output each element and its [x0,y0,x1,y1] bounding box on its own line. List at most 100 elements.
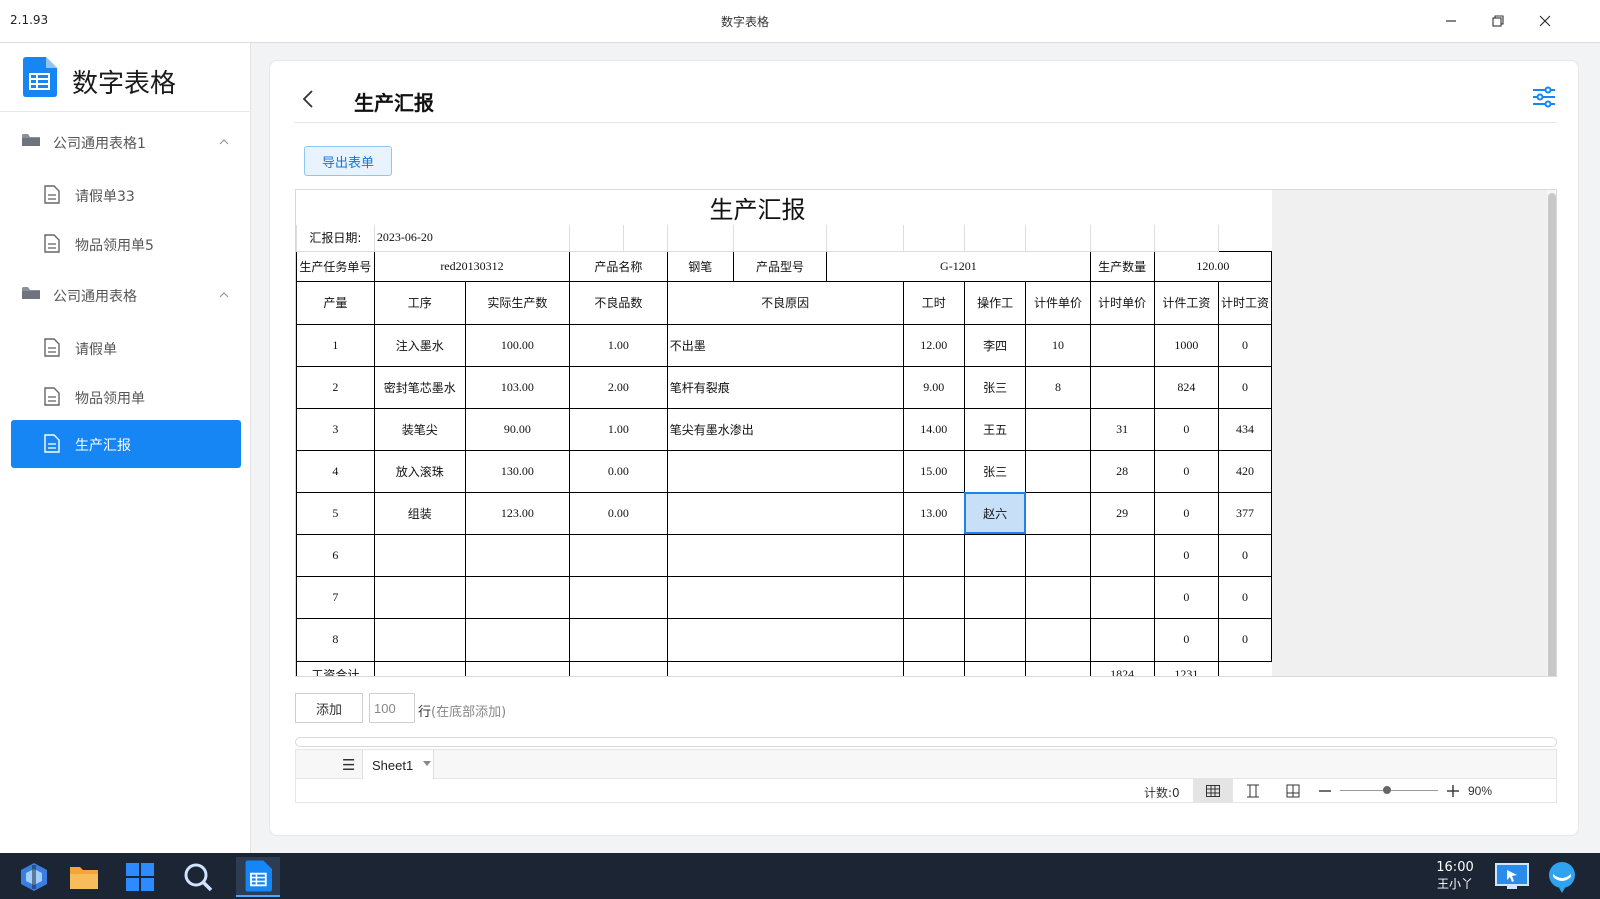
product-name-label[interactable]: 产品名称 [569,250,668,282]
cell-工时[interactable]: 9.00 [902,365,965,409]
cell-计件工资[interactable]: 0 [1153,407,1219,451]
cell[interactable] [373,660,466,676]
page-layout-view-icon[interactable] [1286,784,1300,798]
cell-工序[interactable] [373,617,466,662]
cell-不良原因[interactable]: 不出墨 [666,323,904,367]
model-value[interactable]: G-1201 [826,250,1091,282]
cell-不良原因[interactable]: 笔尖有墨水渗出 [666,407,904,451]
cell-计时单价[interactable] [1089,533,1155,577]
cell-计件工资[interactable]: 0 [1153,617,1219,662]
cell-计时单价[interactable] [1089,365,1155,409]
cell-计时工资[interactable]: 0 [1217,575,1273,619]
cell[interactable] [569,225,624,252]
cell-工时[interactable] [902,575,965,619]
scrollbar-thumb[interactable] [1548,193,1556,676]
cell-不良原因[interactable] [666,449,904,493]
taskbar-start[interactable] [118,857,162,897]
header-cell[interactable]: 计时单价 [1089,280,1155,325]
sidebar-item-leave[interactable]: 请假单 [11,324,241,372]
date-value[interactable]: 2023-06-20 [373,225,571,252]
cell-产量[interactable]: 2 [296,365,375,409]
cell-计时工资[interactable]: 420 [1217,449,1273,493]
cell-工序[interactable]: 放入滚珠 [373,449,466,493]
cell-不良原因[interactable] [666,533,904,577]
export-form-button[interactable]: 导出表单 [304,146,392,176]
back-icon[interactable] [302,89,314,109]
header-cell[interactable]: 计件单价 [1025,280,1091,325]
cell-操作工[interactable] [963,533,1027,577]
cell-计件单价[interactable] [1025,407,1091,451]
cell-实际生产数[interactable]: 103.00 [464,365,571,409]
cell-实际生产数[interactable]: 90.00 [464,407,571,451]
cell-实际生产数[interactable]: 123.00 [464,491,571,535]
normal-view-button[interactable] [1193,779,1233,802]
sheet-list-menu-icon[interactable]: ☰ [342,756,355,774]
cell-不良品数[interactable]: 1.00 [569,323,668,367]
page-break-view-icon[interactable] [1246,784,1260,798]
cell-计时工资[interactable]: 0 [1217,617,1273,662]
cell-产量[interactable]: 6 [296,533,375,577]
cell[interactable] [902,660,965,676]
cell-计时单价[interactable] [1089,617,1155,662]
cell-操作工[interactable]: 赵六 [963,491,1027,535]
sidebar-item-production-report[interactable]: 生产汇报 [11,420,241,468]
cell-操作工[interactable] [963,575,1027,619]
cell-不良原因[interactable]: 笔杆有裂痕 [666,365,904,409]
cell-计件工资[interactable]: 1000 [1153,323,1219,367]
dropdown-arrow-icon[interactable] [423,761,431,766]
taskbar-remote-desktop[interactable] [1490,857,1534,897]
cell[interactable] [1153,225,1219,252]
taskbar-file-manager[interactable] [62,857,106,897]
cell-工时[interactable] [902,533,965,577]
cell-不良品数[interactable]: 0.00 [569,449,668,493]
cell-计件单价[interactable]: 10 [1025,323,1091,367]
cell-操作工[interactable]: 王五 [963,407,1027,451]
cell-实际生产数[interactable] [464,575,571,619]
cell-计时单价[interactable]: 29 [1089,491,1155,535]
cell-计时工资[interactable]: 0 [1217,323,1273,367]
header-cell[interactable]: 不良原因 [666,280,904,325]
header-cell[interactable]: 产量 [296,280,375,325]
vertical-scrollbar[interactable] [1547,190,1556,676]
header-cell[interactable]: 不良品数 [569,280,668,325]
cell-产量[interactable]: 4 [296,449,375,493]
cell[interactable] [1025,660,1091,676]
cell-计件单价[interactable] [1025,449,1091,493]
date-label[interactable]: 汇报日期: [296,225,375,252]
cell-不良原因[interactable] [666,617,904,662]
task-no-value[interactable]: red20130312 [373,250,571,282]
cell-不良原因[interactable] [666,491,904,535]
cell-工时[interactable]: 13.00 [902,491,965,535]
cell-操作工[interactable]: 李四 [963,323,1027,367]
cell-产量[interactable]: 5 [296,491,375,535]
cell-计时工资[interactable]: 0 [1217,365,1273,409]
cell-计件工资[interactable]: 824 [1153,365,1219,409]
cell-计时工资[interactable]: 377 [1217,491,1273,535]
cell-工序[interactable]: 注入墨水 [373,323,466,367]
cell-计件工资[interactable]: 0 [1153,491,1219,535]
cell-工时[interactable]: 12.00 [902,323,965,367]
cell-产量[interactable]: 3 [296,407,375,451]
model-label[interactable]: 产品型号 [732,250,828,282]
cell-实际生产数[interactable] [464,617,571,662]
cell-计件单价[interactable] [1025,617,1091,662]
cell-工序[interactable]: 组装 [373,491,466,535]
sidebar-item-goods[interactable]: 物品领用单 [11,373,241,421]
cell-工时[interactable]: 14.00 [902,407,965,451]
cell-实际生产数[interactable]: 100.00 [464,323,571,367]
cell-不良品数[interactable] [569,575,668,619]
cell-不良品数[interactable]: 2.00 [569,365,668,409]
cell-工序[interactable] [373,533,466,577]
cell-计件单价[interactable]: 8 [1025,365,1091,409]
sidebar-item-leave-33[interactable]: 请假单33 [11,171,241,219]
cell[interactable] [826,225,904,252]
cell-产量[interactable]: 7 [296,575,375,619]
cell-工时[interactable] [902,617,965,662]
cell-计时单价[interactable] [1089,323,1155,367]
cell[interactable] [963,660,1027,676]
taskbar-launcher[interactable] [12,857,56,897]
cell-计件单价[interactable] [1025,575,1091,619]
cell[interactable] [732,225,828,252]
cell-计件工资[interactable]: 0 [1153,533,1219,577]
cell-计时单价[interactable]: 31 [1089,407,1155,451]
